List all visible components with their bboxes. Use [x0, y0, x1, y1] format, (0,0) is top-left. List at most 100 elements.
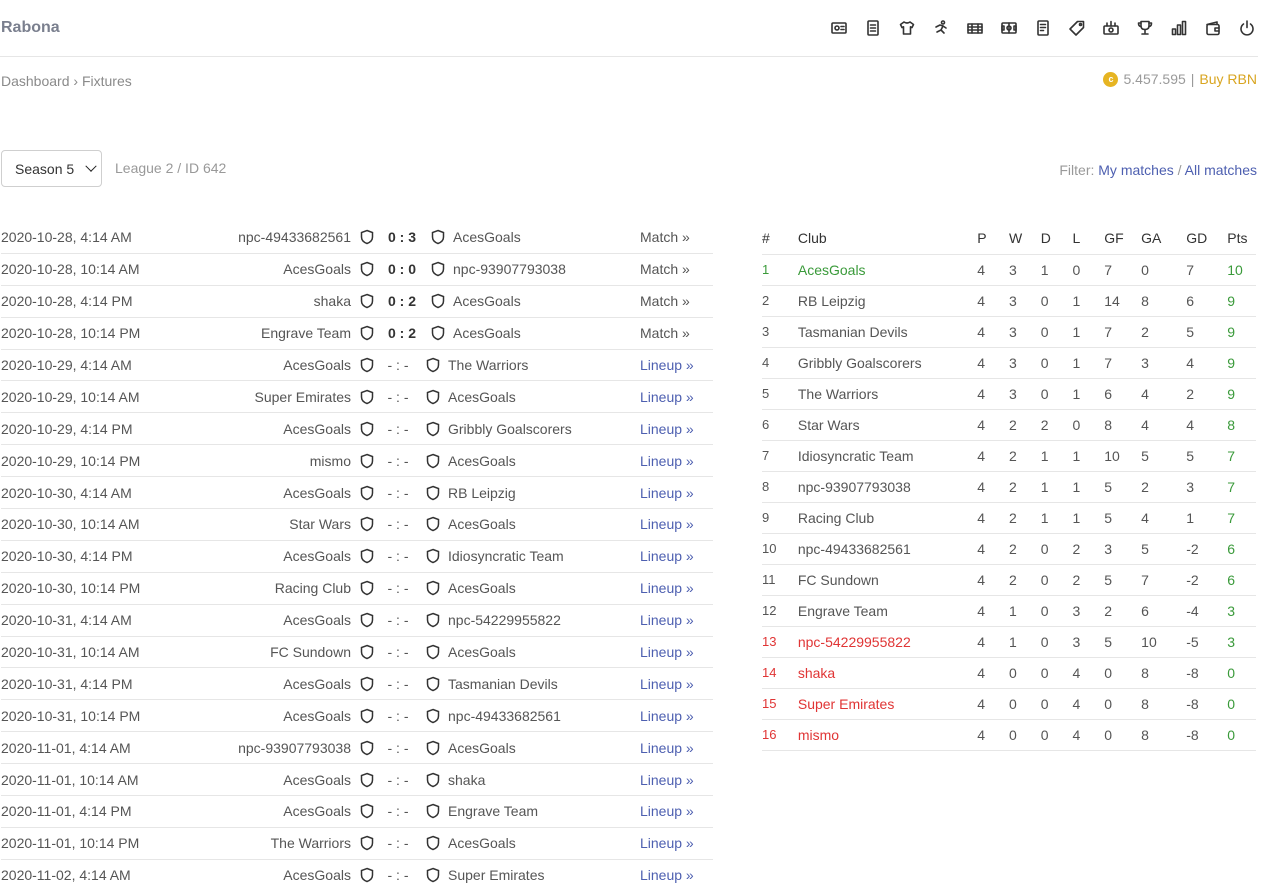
- match-link[interactable]: Match »: [640, 325, 690, 341]
- fixture-away-team[interactable]: AcesGoals: [448, 389, 516, 405]
- standing-club[interactable]: RB Leipzig: [797, 285, 978, 317]
- lineup-link[interactable]: Lineup »: [640, 516, 694, 532]
- standing-club[interactable]: Gribbly Goalscorers: [797, 347, 978, 379]
- match-link[interactable]: Match »: [640, 293, 690, 309]
- fixture-away-team[interactable]: AcesGoals: [453, 293, 521, 309]
- stadium-icon[interactable]: [964, 18, 986, 38]
- fixture-home-team[interactable]: AcesGoals: [283, 421, 351, 437]
- season-select[interactable]: Season 5: [1, 150, 102, 187]
- fixture-away-team[interactable]: AcesGoals: [453, 229, 521, 245]
- standing-club[interactable]: AcesGoals: [797, 254, 978, 286]
- lineup-link[interactable]: Lineup »: [640, 676, 694, 692]
- wallet-icon[interactable]: [1202, 18, 1224, 38]
- standing-club[interactable]: Tasmanian Devils: [797, 316, 978, 348]
- fixture-home-team[interactable]: AcesGoals: [283, 357, 351, 373]
- lineup-link[interactable]: Lineup »: [640, 708, 694, 724]
- chart-money-icon[interactable]: [1100, 18, 1122, 38]
- fixture-away-team[interactable]: npc-93907793038: [453, 261, 566, 277]
- training-icon[interactable]: [930, 18, 952, 38]
- fixture-home-team[interactable]: Super Emirates: [255, 389, 351, 405]
- lineup-link[interactable]: Lineup »: [640, 357, 694, 373]
- lineup-link[interactable]: Lineup »: [640, 580, 694, 596]
- lineup-link[interactable]: Lineup »: [640, 485, 694, 501]
- standing-club[interactable]: shaka: [797, 657, 978, 689]
- fixture-home-team[interactable]: AcesGoals: [283, 708, 351, 724]
- fixture-away-team[interactable]: AcesGoals: [448, 740, 516, 756]
- fixture-home-team[interactable]: The Warriors: [271, 835, 351, 851]
- fixture-home-team[interactable]: AcesGoals: [283, 676, 351, 692]
- fixture-home-team[interactable]: mismo: [310, 453, 351, 469]
- standing-club[interactable]: Star Wars: [797, 409, 978, 441]
- fixture-away-team[interactable]: npc-49433682561: [448, 708, 561, 724]
- fixture-home-team[interactable]: Racing Club: [275, 580, 351, 596]
- standing-club[interactable]: Engrave Team: [797, 595, 978, 627]
- lineup-link[interactable]: Lineup »: [640, 421, 694, 437]
- lineup-link[interactable]: Lineup »: [640, 803, 694, 819]
- fixture-away-team[interactable]: AcesGoals: [448, 644, 516, 660]
- lineup-link[interactable]: Lineup »: [640, 453, 694, 469]
- fixture-home-team[interactable]: FC Sundown: [270, 644, 351, 660]
- lineup-link[interactable]: Lineup »: [640, 835, 694, 851]
- fixture-home-team[interactable]: AcesGoals: [283, 867, 351, 883]
- field-icon[interactable]: [998, 18, 1020, 38]
- lineup-link[interactable]: Lineup »: [640, 548, 694, 564]
- fixture-away-team[interactable]: npc-54229955822: [448, 612, 561, 628]
- lineup-link[interactable]: Lineup »: [640, 867, 694, 883]
- fixture-away-team[interactable]: AcesGoals: [453, 325, 521, 341]
- power-icon[interactable]: [1236, 18, 1258, 38]
- standing-club[interactable]: npc-54229955822: [797, 626, 978, 658]
- standing-club[interactable]: npc-49433682561: [797, 533, 978, 565]
- standing-club[interactable]: The Warriors: [797, 378, 978, 410]
- standing-club[interactable]: FC Sundown: [797, 564, 978, 596]
- fixture-home-team[interactable]: AcesGoals: [283, 485, 351, 501]
- fixture-home-team[interactable]: Star Wars: [289, 516, 351, 532]
- fixture-home-team[interactable]: AcesGoals: [283, 612, 351, 628]
- fixture-away-team[interactable]: shaka: [448, 772, 485, 788]
- fixture-away-team[interactable]: AcesGoals: [448, 516, 516, 532]
- filter-all-matches-link[interactable]: All matches: [1185, 162, 1257, 178]
- fixture-home-team[interactable]: AcesGoals: [283, 261, 351, 277]
- buy-rbn-link[interactable]: Buy RBN: [1199, 71, 1257, 87]
- standing-club[interactable]: mismo: [797, 719, 978, 751]
- lineup-link[interactable]: Lineup »: [640, 612, 694, 628]
- match-link[interactable]: Match »: [640, 229, 690, 245]
- standing-club[interactable]: Super Emirates: [797, 688, 978, 720]
- standing-drawn: 1: [1040, 254, 1073, 286]
- shirt-icon[interactable]: [896, 18, 918, 38]
- filter-my-matches-link[interactable]: My matches: [1098, 162, 1173, 178]
- stats-icon[interactable]: [1168, 18, 1190, 38]
- standing-club[interactable]: npc-93907793038: [797, 471, 978, 503]
- fixture-away-team[interactable]: Super Emirates: [448, 867, 544, 883]
- standing-club[interactable]: Idiosyncratic Team: [797, 440, 978, 472]
- fixture-away-team[interactable]: The Warriors: [448, 357, 528, 373]
- trophy-icon[interactable]: [1134, 18, 1156, 38]
- fixture-home-team[interactable]: shaka: [314, 293, 351, 309]
- fixture-away-team[interactable]: Idiosyncratic Team: [448, 548, 564, 564]
- lineup-link[interactable]: Lineup »: [640, 389, 694, 405]
- fixture-home-team[interactable]: Engrave Team: [261, 325, 351, 341]
- fixture-home-team[interactable]: AcesGoals: [283, 772, 351, 788]
- lineup-link[interactable]: Lineup »: [640, 644, 694, 660]
- fixture-home-team[interactable]: AcesGoals: [283, 803, 351, 819]
- fixture-away-team[interactable]: Gribbly Goalscorers: [448, 421, 572, 437]
- fixture-away-team[interactable]: AcesGoals: [448, 835, 516, 851]
- brand-logo[interactable]: Rabona: [1, 19, 60, 37]
- fixture-away-team[interactable]: Engrave Team: [448, 803, 538, 819]
- tag-icon[interactable]: [1066, 18, 1088, 38]
- fixture-home-team[interactable]: npc-93907793038: [238, 740, 351, 756]
- home-shield-icon: [360, 580, 374, 596]
- fixture-away-team[interactable]: AcesGoals: [448, 580, 516, 596]
- match-link[interactable]: Match »: [640, 261, 690, 277]
- news-icon[interactable]: [1032, 18, 1054, 38]
- fixture-home-team[interactable]: npc-49433682561: [238, 229, 351, 245]
- fixture-home-team[interactable]: AcesGoals: [283, 548, 351, 564]
- scout-icon[interactable]: [828, 18, 850, 38]
- fixture-away-team[interactable]: RB Leipzig: [448, 485, 516, 501]
- fixture-away-team[interactable]: AcesGoals: [448, 453, 516, 469]
- breadcrumb-dashboard-link[interactable]: Dashboard: [1, 73, 70, 89]
- fixture-away-team[interactable]: Tasmanian Devils: [448, 676, 558, 692]
- lineup-link[interactable]: Lineup »: [640, 772, 694, 788]
- lineup-link[interactable]: Lineup »: [640, 740, 694, 756]
- standing-club[interactable]: Racing Club: [797, 502, 978, 534]
- squad-icon[interactable]: [862, 18, 884, 38]
